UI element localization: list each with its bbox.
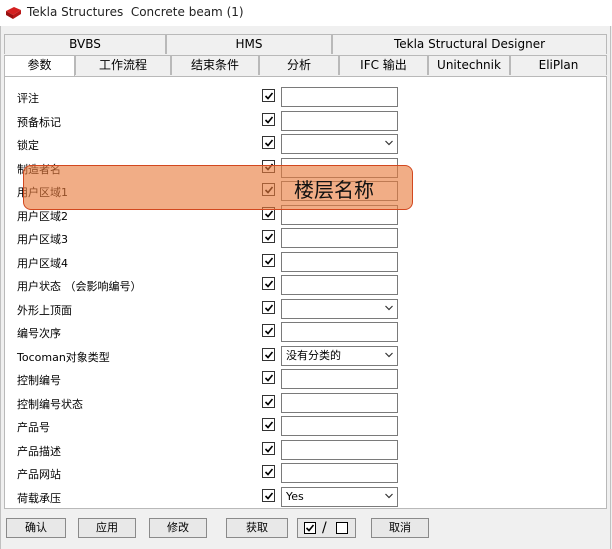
modify-button[interactable]: 修改 bbox=[149, 518, 207, 538]
attribute-checkbox[interactable] bbox=[262, 136, 275, 149]
tab-unitechnik[interactable]: Unitechnik bbox=[428, 55, 510, 75]
annotation-text: 楼层名称 bbox=[294, 178, 374, 202]
attribute-label: 锁定 bbox=[17, 139, 39, 152]
attribute-label: 用户区域3 bbox=[17, 233, 68, 246]
chevron-down-icon bbox=[385, 140, 393, 146]
attribute-input[interactable] bbox=[281, 251, 398, 272]
attribute-value: 没有分类的 bbox=[286, 348, 341, 362]
attribute-checkbox[interactable] bbox=[262, 324, 275, 337]
tab-analysis[interactable]: 分析 bbox=[259, 55, 339, 75]
toggle-all-button[interactable]: / bbox=[297, 518, 356, 538]
attribute-input[interactable] bbox=[281, 416, 398, 436]
attribute-row: 预备标记 bbox=[17, 110, 407, 131]
attribute-checkbox[interactable] bbox=[262, 277, 275, 290]
attribute-input[interactable] bbox=[281, 87, 398, 107]
attribute-row: 产品号 bbox=[17, 416, 407, 436]
attribute-dropdown[interactable] bbox=[281, 298, 398, 319]
attribute-label: 控制编号 bbox=[17, 374, 61, 387]
tab-tekla-structural-designer[interactable]: Tekla Structural Designer bbox=[332, 34, 607, 54]
attribute-row: 用户状态 （会影响编号） bbox=[17, 275, 407, 295]
attribute-row: 荷载承压 Yes bbox=[17, 486, 407, 507]
attribute-row: 控制编号状态 bbox=[17, 392, 407, 413]
attribute-label: 荷载承压 bbox=[17, 491, 61, 505]
attribute-dropdown[interactable]: Yes bbox=[281, 486, 398, 507]
tab-workflow[interactable]: 工作流程 bbox=[75, 55, 171, 75]
attribute-checkbox[interactable] bbox=[262, 371, 275, 384]
attribute-label: 编号次序 bbox=[17, 327, 61, 340]
attribute-label: 用户状态 （会影响编号） bbox=[17, 280, 142, 293]
tab-parameters[interactable]: 参数 bbox=[4, 55, 75, 77]
attribute-label: 产品网站 bbox=[17, 468, 61, 481]
attribute-checkbox[interactable] bbox=[262, 488, 275, 502]
attribute-row: 编号次序 bbox=[17, 322, 407, 342]
attribute-input[interactable] bbox=[281, 110, 398, 131]
get-button[interactable]: 获取 bbox=[226, 518, 288, 538]
attribute-input[interactable] bbox=[281, 322, 398, 342]
attribute-row: 用户区域4 bbox=[17, 251, 407, 272]
attribute-input[interactable] bbox=[281, 392, 398, 413]
ok-button[interactable]: 确认 bbox=[6, 518, 66, 538]
attribute-label: 用户区域4 bbox=[17, 256, 68, 270]
attribute-dropdown[interactable]: 没有分类的 bbox=[281, 345, 398, 366]
cancel-button[interactable]: 取消 bbox=[371, 518, 429, 538]
tab-bvbs[interactable]: BVBS bbox=[4, 34, 166, 54]
tab-row-top: BVBS HMS Tekla Structural Designer bbox=[4, 34, 607, 55]
attribute-checkbox[interactable] bbox=[262, 89, 275, 102]
attribute-row: 锁定 bbox=[17, 134, 407, 154]
attribute-label: 控制编号状态 bbox=[17, 397, 83, 411]
attribute-row: 控制编号 bbox=[17, 369, 407, 389]
attribute-checkbox[interactable] bbox=[262, 230, 275, 243]
attribute-label: 产品号 bbox=[17, 421, 50, 434]
attribute-input[interactable] bbox=[281, 275, 398, 295]
tab-ifc-export[interactable]: IFC 输出 bbox=[339, 55, 428, 75]
tab-row-bottom: 参数 工作流程 结束条件 分析 IFC 输出 Unitechnik EliPla… bbox=[4, 55, 607, 77]
chevron-down-icon bbox=[385, 305, 393, 310]
unchecked-box-icon bbox=[336, 522, 348, 534]
chevron-down-icon bbox=[385, 352, 393, 357]
attribute-row: 用户区域3 bbox=[17, 228, 407, 248]
attribute-label: 评注 bbox=[17, 92, 39, 105]
attribute-row: 外形上顶面 bbox=[17, 298, 407, 319]
tab-hms[interactable]: HMS bbox=[166, 34, 332, 54]
attribute-checkbox[interactable] bbox=[262, 253, 275, 267]
window-title: Tekla Structures Concrete beam (1) bbox=[27, 5, 244, 19]
attribute-checkbox[interactable] bbox=[262, 394, 275, 408]
attribute-dropdown[interactable] bbox=[281, 134, 398, 154]
tekla-app-icon bbox=[6, 7, 21, 19]
apply-button[interactable]: 应用 bbox=[78, 518, 136, 538]
attribute-input[interactable] bbox=[281, 369, 398, 389]
attribute-input[interactable] bbox=[281, 439, 398, 460]
attribute-checkbox[interactable] bbox=[262, 418, 275, 431]
attribute-checkbox[interactable] bbox=[262, 300, 275, 314]
attribute-row: 评注 bbox=[17, 87, 407, 107]
checked-box-icon bbox=[304, 522, 316, 534]
title-bar: Tekla Structures Concrete beam (1) bbox=[0, 0, 612, 26]
toggle-separator: / bbox=[322, 520, 327, 536]
attribute-row: 产品描述 bbox=[17, 439, 407, 460]
attribute-row: 产品网站 bbox=[17, 463, 407, 483]
attribute-checkbox[interactable] bbox=[262, 112, 275, 126]
attribute-checkbox[interactable] bbox=[262, 465, 275, 478]
chevron-down-icon bbox=[385, 493, 393, 498]
attribute-row: Tocoman对象类型 没有分类的 bbox=[17, 345, 407, 366]
attribute-label: 外形上顶面 bbox=[17, 303, 72, 317]
attribute-value: Yes bbox=[286, 489, 304, 503]
attribute-label: 产品描述 bbox=[17, 444, 61, 458]
attribute-checkbox[interactable] bbox=[262, 441, 275, 455]
attribute-input[interactable] bbox=[281, 228, 398, 248]
attribute-checkbox[interactable] bbox=[262, 347, 275, 361]
tab-end-conditions[interactable]: 结束条件 bbox=[171, 55, 259, 75]
attribute-input[interactable] bbox=[281, 463, 398, 483]
attribute-label: Tocoman对象类型 bbox=[17, 350, 110, 364]
attribute-label: 预备标记 bbox=[17, 115, 61, 129]
tab-eliplan[interactable]: EliPlan bbox=[510, 55, 607, 75]
